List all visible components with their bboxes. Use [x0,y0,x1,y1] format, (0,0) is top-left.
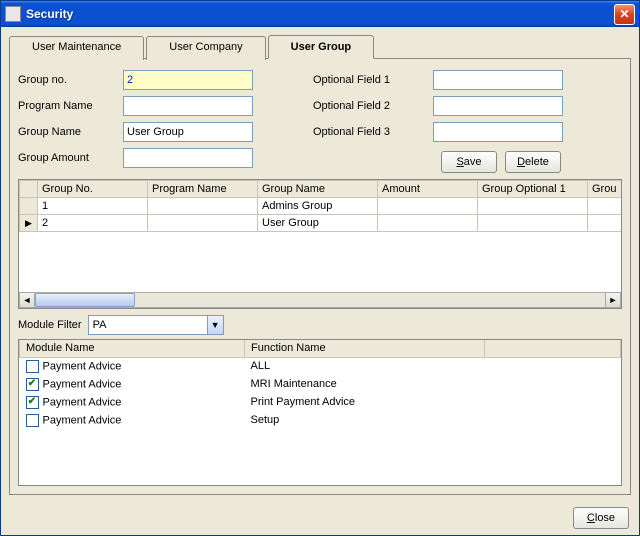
col-blank[interactable] [485,340,621,357]
form-col-left: Group no. Program Name Group Name Group … [18,69,253,173]
label-opt1: Optional Field 1 [313,74,433,86]
table-row[interactable]: 2 User Group [20,215,623,232]
table-cell[interactable] [378,215,478,232]
scroll-right-icon[interactable]: ► [605,292,621,308]
function-name: MRI Maintenance [245,375,485,393]
label-group-no: Group no. [18,74,123,86]
blank-cell [485,411,621,429]
table-cell[interactable] [148,215,258,232]
close-icon[interactable]: ✕ [614,4,635,25]
module-filter-combo[interactable]: ▼ [88,315,224,335]
group-table: Group No. Program Name Group Name Amount… [19,180,622,232]
col-module-name[interactable]: Module Name [20,340,245,357]
table-cell[interactable] [588,198,623,215]
checkbox[interactable] [26,396,39,409]
list-item[interactable]: Payment Advice ALL [20,357,621,375]
function-table-header: Module Name Function Name [20,340,621,357]
label-program-name: Program Name [18,100,123,112]
label-group-amount: Group Amount [18,152,123,164]
group-no-input[interactable] [123,70,253,90]
group-table-header: Group No. Program Name Group Name Amount… [20,181,623,198]
module-cell: Payment Advice [20,375,245,393]
module-cell: Payment Advice [20,357,245,375]
list-item[interactable]: Payment Advice MRI Maintenance [20,375,621,393]
group-grid: Group No. Program Name Group Name Amount… [18,179,622,309]
tab-user-company[interactable]: User Company [146,36,265,60]
opt2-input[interactable] [433,96,563,116]
tab-panel-user-group: Group no. Program Name Group Name Group … [9,58,631,495]
module-name: Payment Advice [43,414,122,426]
footer: Close [1,501,639,535]
table-cell[interactable]: Admins Group [258,198,378,215]
col-group-name[interactable]: Group Name [258,181,378,198]
function-name: ALL [245,357,485,375]
module-filter-row: Module Filter ▼ [18,315,622,335]
module-name: Payment Advice [43,396,122,408]
checkbox[interactable] [26,378,39,391]
checkbox[interactable] [26,360,39,373]
save-button[interactable]: Save [441,151,497,173]
blank-cell [485,393,621,411]
module-filter-input[interactable] [89,316,207,334]
delete-button[interactable]: Delete [505,151,561,173]
opt1-input[interactable] [433,70,563,90]
module-name: Payment Advice [43,378,122,390]
table-cell[interactable] [478,215,588,232]
table-cell[interactable] [378,198,478,215]
group-amount-input[interactable] [123,148,253,168]
col-amount[interactable]: Amount [378,181,478,198]
program-name-input[interactable] [123,96,253,116]
titlebar: Security ✕ [1,1,639,27]
chevron-down-icon[interactable]: ▼ [207,316,223,334]
checkbox[interactable] [26,414,39,427]
col-program-name[interactable]: Program Name [148,181,258,198]
label-group-name: Group Name [18,126,123,138]
scroll-thumb[interactable] [35,293,135,307]
list-item[interactable]: Payment Advice Setup [20,411,621,429]
table-cell[interactable] [588,215,623,232]
blank-cell [485,357,621,375]
tab-strip: User Maintenance User Company User Group [9,35,631,59]
scroll-track[interactable] [35,292,605,308]
table-cell[interactable] [148,198,258,215]
security-window: Security ✕ User Maintenance User Company… [0,0,640,536]
row-header[interactable] [20,198,38,215]
col-function-name[interactable]: Function Name [245,340,485,357]
group-name-input[interactable] [123,122,253,142]
col-group-opt2[interactable]: Grou [588,181,623,198]
app-icon [5,6,21,22]
module-cell: Payment Advice [20,393,245,411]
table-cell[interactable]: 1 [38,198,148,215]
form-button-row: Save Delete [313,151,563,173]
scroll-left-icon[interactable]: ◄ [19,292,35,308]
opt3-input[interactable] [433,122,563,142]
col-group-no[interactable]: Group No. [38,181,148,198]
function-name: Print Payment Advice [245,393,485,411]
close-button[interactable]: Close [573,507,629,529]
row-header[interactable] [20,215,38,232]
label-opt3: Optional Field 3 [313,126,433,138]
module-name: Payment Advice [43,360,122,372]
table-cell[interactable]: 2 [38,215,148,232]
function-name: Setup [245,411,485,429]
list-item[interactable]: Payment Advice Print Payment Advice [20,393,621,411]
table-cell[interactable] [478,198,588,215]
col-group-opt1[interactable]: Group Optional 1 [478,181,588,198]
table-cell[interactable]: User Group [258,215,378,232]
form-col-right: Optional Field 1 Optional Field 2 Option… [313,69,563,173]
module-cell: Payment Advice [20,411,245,429]
table-row[interactable]: 1 Admins Group [20,198,623,215]
content-area: User Maintenance User Company User Group… [1,27,639,501]
grid-h-scrollbar[interactable]: ◄ ► [19,292,621,308]
window-title: Security [26,7,614,21]
tab-user-group[interactable]: User Group [268,35,375,59]
row-header-blank [20,181,38,198]
function-table: Module Name Function Name Payment Advice… [19,340,621,429]
label-opt2: Optional Field 2 [313,100,433,112]
module-filter-label: Module Filter [18,319,82,331]
form-area: Group no. Program Name Group Name Group … [18,69,622,173]
function-panel: Module Name Function Name Payment Advice… [18,339,622,486]
tab-user-maintenance[interactable]: User Maintenance [9,36,144,60]
blank-cell [485,375,621,393]
